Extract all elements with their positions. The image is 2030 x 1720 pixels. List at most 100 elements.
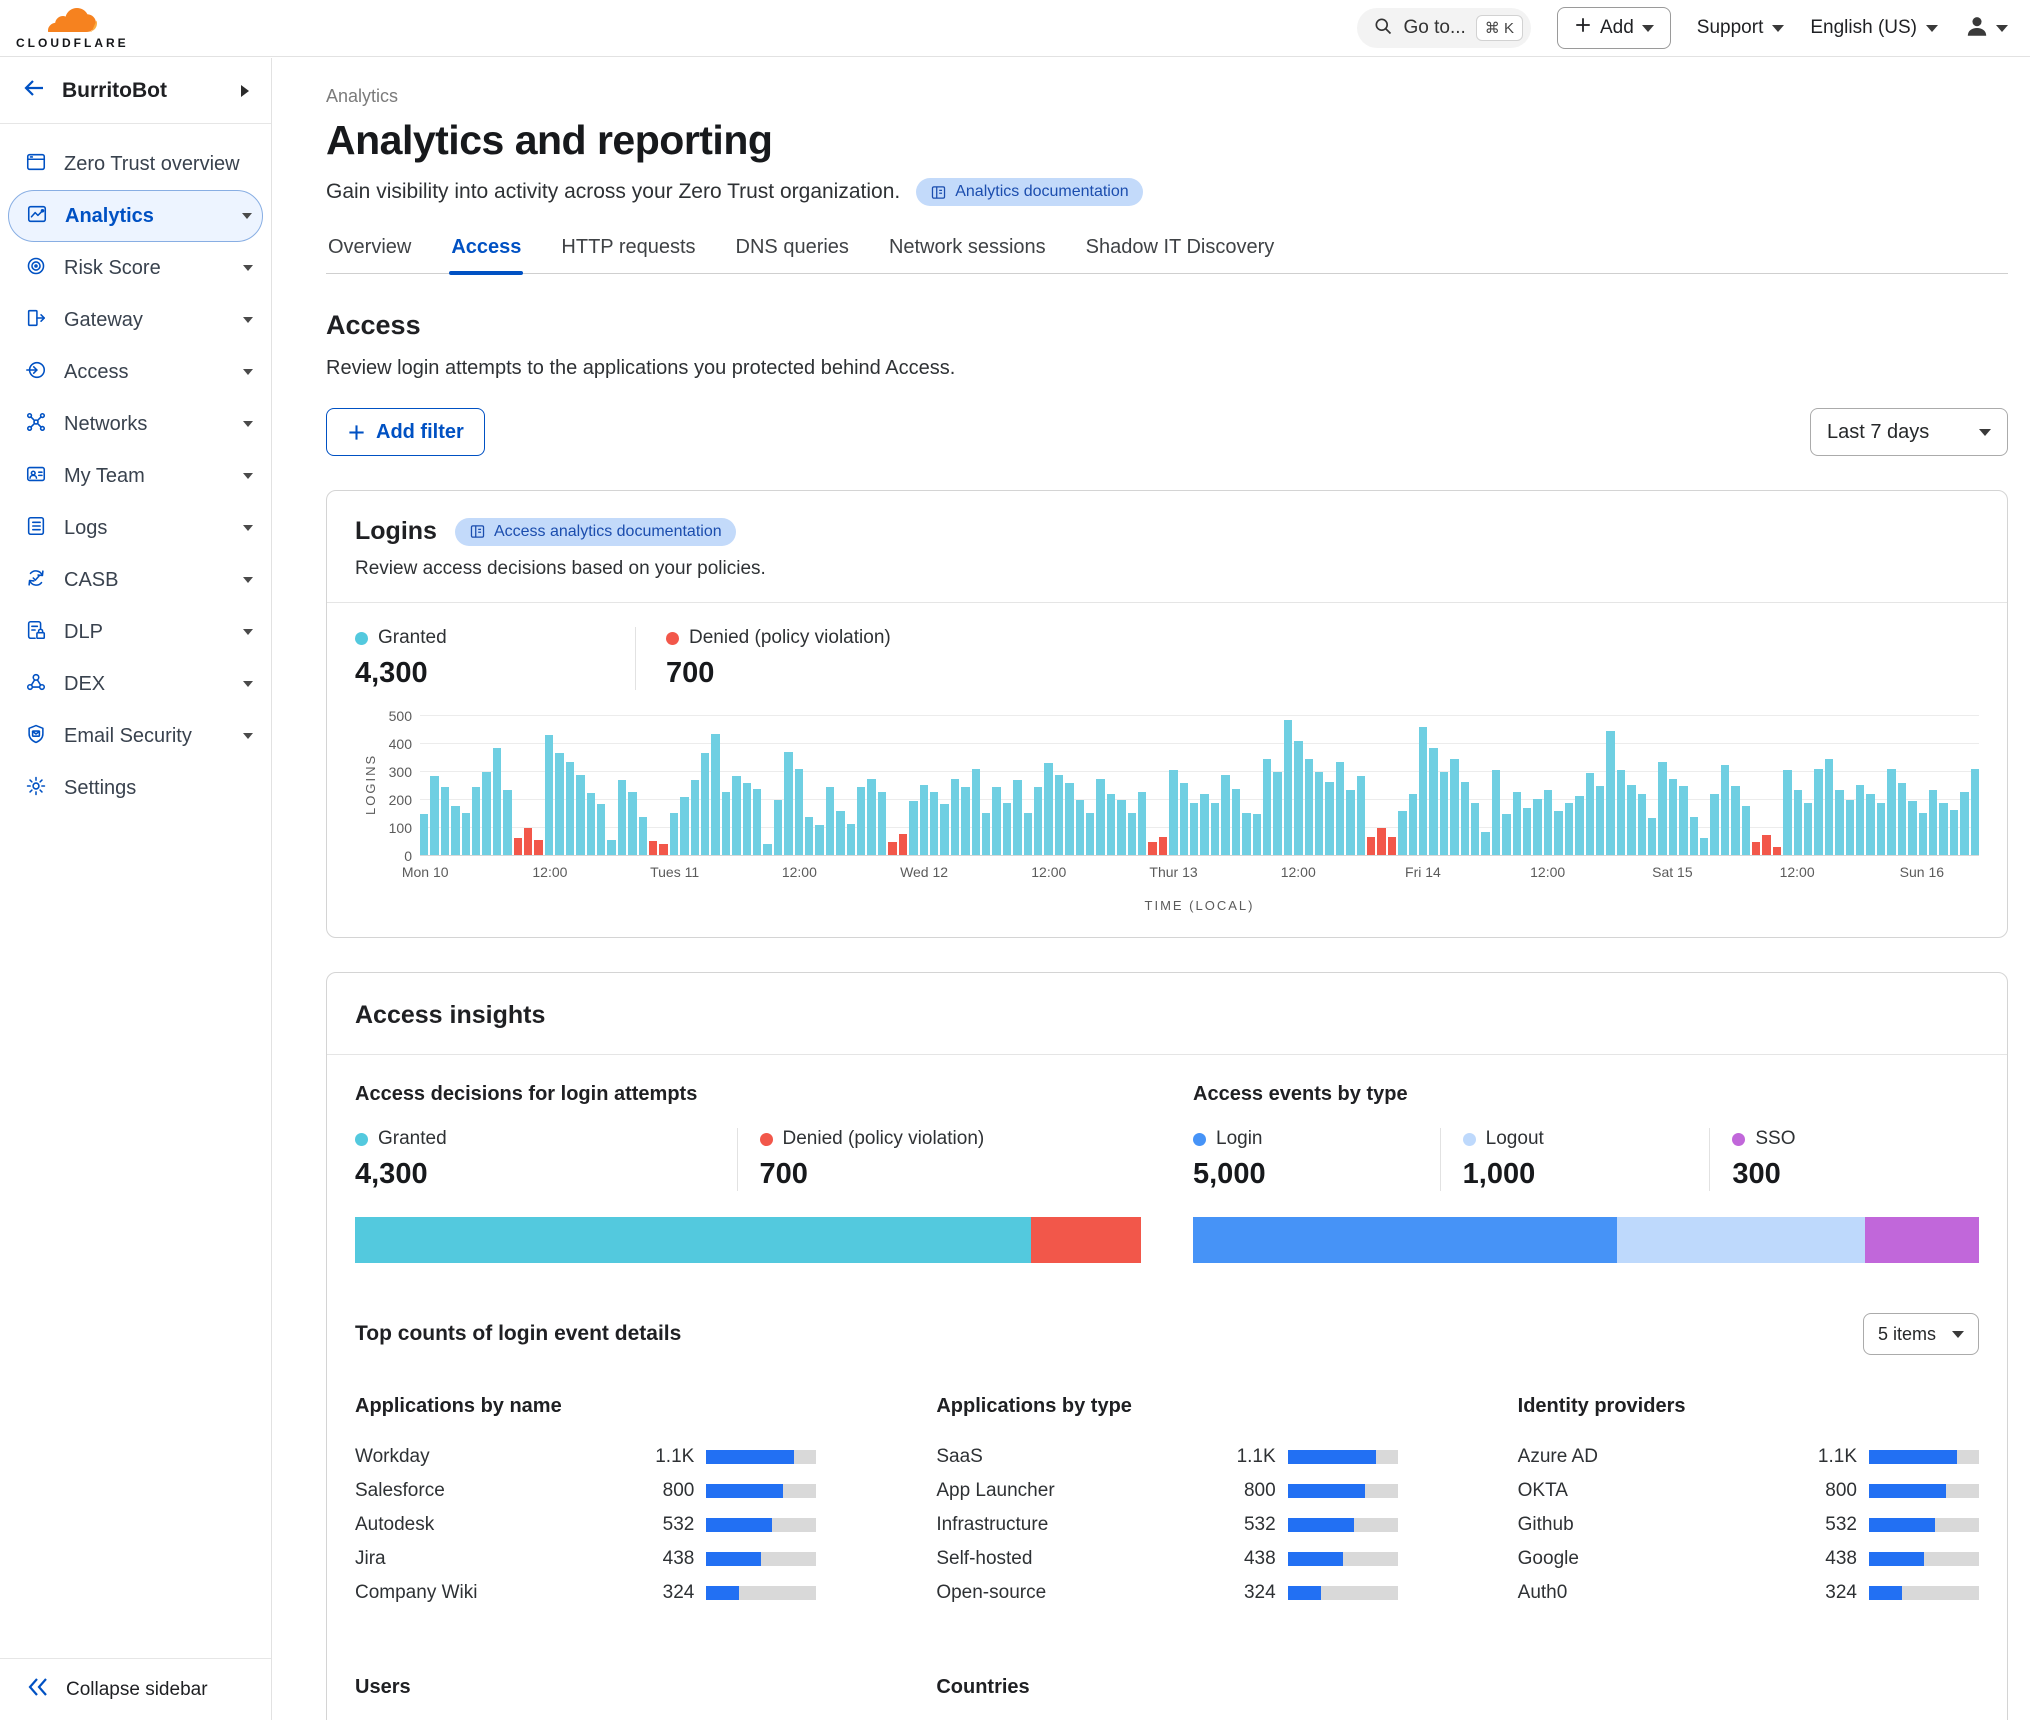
access-decisions-panel: Access decisions for login attempts Gran… — [355, 1083, 1141, 1263]
chart-bar — [503, 714, 511, 855]
cloudflare-logo[interactable]: CLOUDFLARE — [16, 8, 129, 50]
access-decisions-stacked-bar — [355, 1217, 1141, 1263]
x-tick-label: Mon 10 — [402, 864, 449, 880]
tab-http-requests[interactable]: HTTP requests — [559, 236, 697, 273]
granted-segment — [1086, 813, 1094, 855]
x-tick-label: 12:00 — [1031, 864, 1066, 880]
language-menu[interactable]: English (US) — [1810, 17, 1938, 39]
add-button[interactable]: Add — [1557, 7, 1671, 49]
denied-segment — [1762, 835, 1770, 855]
denied-segment — [1752, 842, 1760, 855]
chart-bar — [451, 714, 459, 855]
progress-fill — [706, 1484, 783, 1498]
sidebar-item-analytics[interactable]: Analytics — [8, 190, 263, 242]
list-item-value: 324 — [1795, 1582, 1857, 1604]
granted-segment — [1742, 806, 1750, 855]
y-tick-label: 0 — [404, 848, 412, 864]
sidebar-item-logs[interactable]: Logs — [0, 502, 271, 554]
list-item: Open-source324 — [936, 1576, 1397, 1610]
granted-segment — [1253, 814, 1261, 855]
legend-value: 300 — [1732, 1158, 1979, 1191]
granted-segment — [1419, 727, 1427, 855]
chart-bar — [1783, 714, 1791, 855]
items-count-select[interactable]: 5 items — [1863, 1313, 1979, 1355]
chart-bar — [1971, 714, 1979, 855]
sidebar-nav: Zero Trust overview Analytics Risk ScoreGa… — [0, 124, 271, 1658]
granted-segment — [628, 792, 636, 855]
sidebar-item-risk-score[interactable]: Risk Score — [0, 242, 271, 294]
chart-bar — [534, 714, 542, 855]
risk-score-icon — [25, 255, 47, 282]
analytics-icon — [26, 203, 48, 230]
granted-segment — [1138, 792, 1146, 855]
chart-bar — [701, 714, 709, 855]
granted-segment — [1856, 785, 1864, 856]
sidebar-item-gateway[interactable]: Gateway — [0, 294, 271, 346]
back-arrow-icon[interactable] — [22, 76, 46, 105]
x-tick-label: Sat 15 — [1652, 864, 1692, 880]
support-menu[interactable]: Support — [1697, 17, 1785, 39]
granted-segment — [1565, 803, 1573, 855]
granted-segment — [1429, 748, 1437, 855]
sidebar-item-label: Analytics — [65, 205, 225, 228]
granted-segment — [1658, 762, 1666, 855]
collapse-sidebar-button[interactable]: Collapse sidebar — [0, 1658, 271, 1720]
sidebar-item-casb[interactable]: CASB — [0, 554, 271, 606]
granted-segment — [1221, 775, 1229, 855]
add-filter-button[interactable]: Add filter — [326, 408, 485, 456]
tab-network-sessions[interactable]: Network sessions — [887, 236, 1048, 273]
global-search[interactable]: Go to... ⌘ K — [1357, 8, 1531, 48]
chart-bar — [867, 714, 875, 855]
progress-track — [706, 1518, 816, 1532]
access-analytics-documentation-badge[interactable]: Access analytics documentation — [455, 518, 736, 546]
tab-access[interactable]: Access — [449, 236, 523, 273]
list-item-label: App Launcher — [936, 1480, 1213, 1502]
list-item: Salesforce800 — [355, 1474, 816, 1508]
legend-label: Logout — [1486, 1128, 1544, 1150]
chart-bar — [1377, 714, 1385, 855]
chart-bar — [795, 714, 803, 855]
sidebar-item-networks[interactable]: Networks — [0, 398, 271, 450]
x-tick-label: 12:00 — [532, 864, 567, 880]
account-menu[interactable] — [1964, 13, 2008, 44]
denied-segment — [1388, 837, 1396, 855]
granted-segment — [784, 752, 792, 855]
chevron-down-icon — [1952, 1331, 1964, 1338]
granted-segment — [1325, 782, 1333, 855]
date-range-select[interactable]: Last 7 days — [1810, 408, 2008, 456]
tab-dns-queries[interactable]: DNS queries — [734, 236, 851, 273]
progress-track — [1869, 1484, 1979, 1498]
sidebar-item-settings[interactable]: Settings — [0, 762, 271, 814]
legend-label: Denied (policy violation) — [783, 1128, 985, 1150]
chart-bar — [1856, 714, 1864, 855]
breadcrumb[interactable]: Analytics — [326, 86, 2008, 107]
analytics-documentation-badge[interactable]: Analytics documentation — [916, 178, 1142, 206]
sidebar-item-access[interactable]: Access — [0, 346, 271, 398]
sidebar-item-zero-trust-overview[interactable]: Zero Trust overview — [0, 138, 271, 190]
list-item: Azure AD1.1K — [1518, 1440, 1979, 1474]
sidebar-item-dex[interactable]: DEX — [0, 658, 271, 710]
sidebar-item-my-team[interactable]: My Team — [0, 450, 271, 502]
expand-team-icon[interactable] — [241, 85, 249, 97]
chart-bar — [1180, 714, 1188, 855]
tab-shadow-it-discovery[interactable]: Shadow IT Discovery — [1084, 236, 1277, 273]
main-content: Analytics Analytics and reporting Gain v… — [272, 58, 2030, 1720]
tab-overview[interactable]: Overview — [326, 236, 413, 273]
sidebar-item-dlp[interactable]: DLP — [0, 606, 271, 658]
sidebar-item-label: My Team — [64, 465, 226, 488]
list-item-label: Open-source — [936, 1582, 1213, 1604]
y-axis-ticks: 0100200300400500 — [378, 714, 420, 856]
granted-segment — [763, 844, 771, 855]
plus-icon — [1574, 16, 1592, 40]
gridline — [420, 855, 1979, 856]
progress-fill — [1288, 1518, 1354, 1532]
x-tick-label: Thur 13 — [1149, 864, 1197, 880]
chart-bar — [1034, 714, 1042, 855]
x-tick-label: 12:00 — [1530, 864, 1565, 880]
granted-segment — [1024, 813, 1032, 855]
granted-segment — [951, 779, 959, 855]
progress-fill — [1869, 1552, 1924, 1566]
granted-segment — [680, 797, 688, 855]
sidebar-item-email-security[interactable]: Email Security — [0, 710, 271, 762]
granted-segment — [1721, 765, 1729, 855]
